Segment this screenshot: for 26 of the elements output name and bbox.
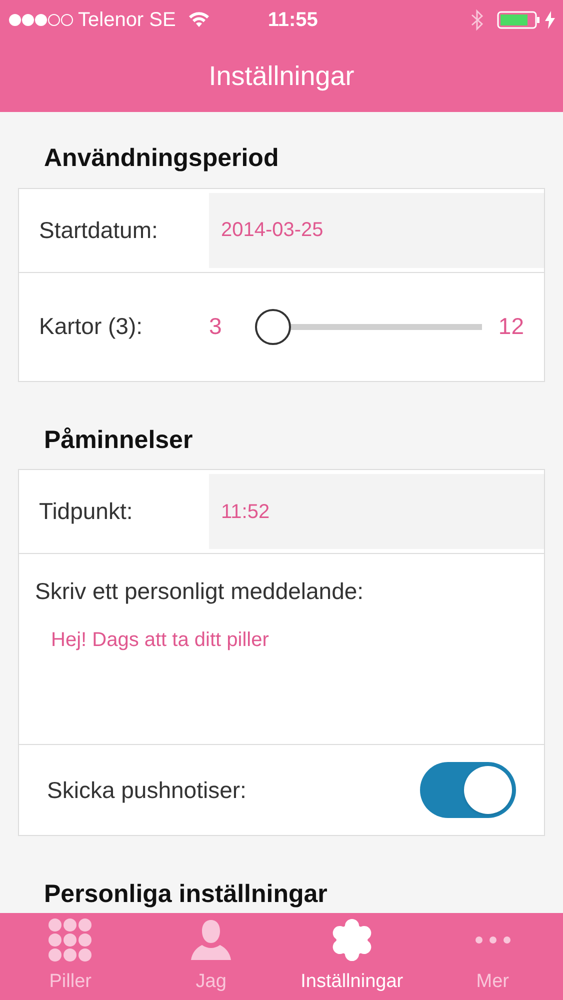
message-field[interactable]: Hej! Dags att ta ditt piller xyxy=(35,616,528,736)
message-label: Skriv ett personligt meddelande: xyxy=(35,577,365,606)
text-field[interactable]: 2014-03-25 xyxy=(209,192,544,268)
tab-bar-item[interactable]: Piller xyxy=(0,913,141,1000)
slider-label: Kartor (3): xyxy=(38,312,144,342)
tab-bar-item[interactable]: Mer xyxy=(422,913,563,1000)
slider-thumb[interactable] xyxy=(255,308,291,344)
field-label: Tidpunkt: xyxy=(38,497,134,526)
clock: 11:55 xyxy=(268,8,318,33)
tab-bar-item[interactable]: Inställningar xyxy=(282,913,422,1000)
field-label: Startdatum: xyxy=(38,216,159,245)
charging-icon xyxy=(545,11,555,29)
wifi-icon xyxy=(188,12,210,28)
slider-max-value: 12 xyxy=(498,312,524,342)
signal-icon xyxy=(8,13,74,27)
text-field[interactable]: 11:52 xyxy=(209,474,544,549)
page-title: Inställningar xyxy=(208,60,354,93)
carrier-name: Telenor SE xyxy=(78,8,176,33)
section-title: Personliga inställningar xyxy=(43,879,328,910)
toggle-label: Skicka pushnotiser: xyxy=(47,776,246,805)
section-title: Användningsperiod xyxy=(43,143,280,174)
section-title: Påminnelser xyxy=(43,424,194,456)
slider-min-value: 3 xyxy=(209,312,223,342)
bluetooth-icon xyxy=(471,9,483,31)
tab-bar-item[interactable]: Jag xyxy=(140,913,282,1000)
battery-icon xyxy=(497,10,541,30)
